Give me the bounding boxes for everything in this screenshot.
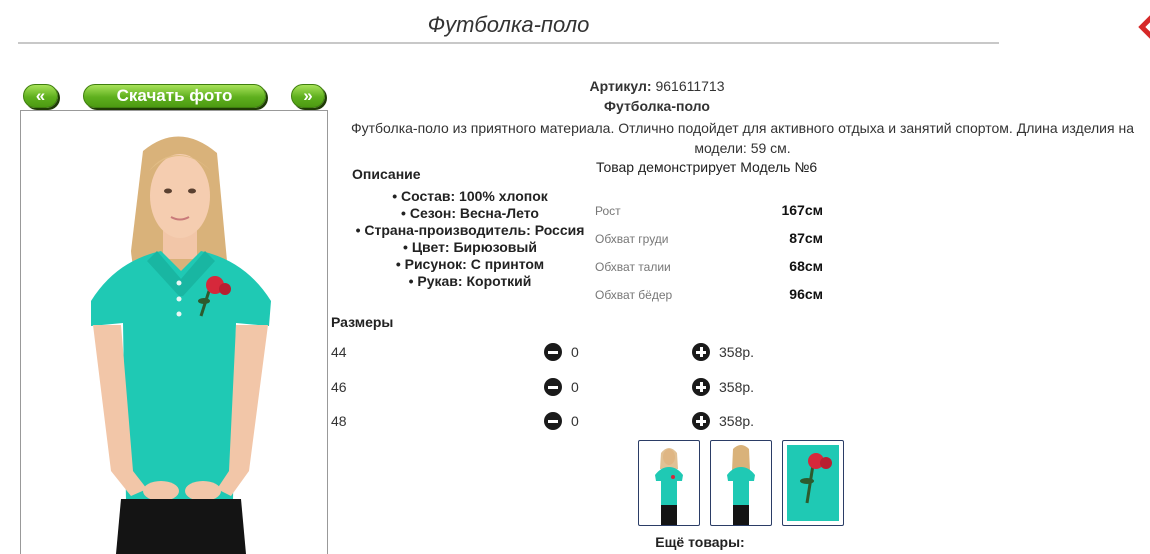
size-row: 46 0 358р. xyxy=(331,376,761,400)
qty-value: 0 xyxy=(571,413,579,429)
size-value: 46 xyxy=(331,379,347,395)
thumbnail-print-image xyxy=(787,445,839,521)
size-value: 48 xyxy=(331,413,347,429)
thumbnail-back[interactable] xyxy=(710,440,772,526)
model-photo-illustration xyxy=(21,111,327,554)
size-row: 48 0 358р. xyxy=(331,410,761,434)
increase-qty-icon[interactable] xyxy=(692,412,710,430)
metric-label: Обхват груди xyxy=(595,232,669,246)
more-products-label: Ещё товары: xyxy=(655,534,745,550)
attribute-item: Цвет: Бирюзовый xyxy=(345,239,595,256)
next-photo-button[interactable]: » xyxy=(291,84,325,108)
qty-value: 0 xyxy=(571,379,579,395)
sizes-heading: Размеры xyxy=(331,314,394,330)
model-metric-waist: Обхват талии 68см xyxy=(595,258,823,278)
decrease-qty-icon[interactable] xyxy=(544,412,562,430)
title-divider xyxy=(18,42,999,44)
decrease-qty-icon[interactable] xyxy=(544,343,562,361)
increase-qty-icon[interactable] xyxy=(692,343,710,361)
prev-photo-button[interactable]: « xyxy=(23,84,58,108)
increase-qty-icon[interactable] xyxy=(692,378,710,396)
size-price: 358р. xyxy=(719,413,755,429)
size-row: 44 0 358р. xyxy=(331,341,761,365)
article-number: 961611713 xyxy=(655,78,725,94)
model-metric-chest: Обхват груди 87см xyxy=(595,230,823,250)
metric-label: Обхват талии xyxy=(595,260,671,274)
article-line: Артикул: 961611713 xyxy=(517,78,797,94)
metric-value: 87см xyxy=(789,230,823,246)
metric-value: 96см xyxy=(789,286,823,302)
corner-logo-icon xyxy=(1138,14,1150,40)
main-product-photo[interactable] xyxy=(20,110,328,554)
attribute-item: Состав: 100% хлопок xyxy=(345,188,595,205)
thumbnail-front-image xyxy=(655,448,683,525)
product-name: Футболка-поло xyxy=(604,98,710,114)
download-photo-button[interactable]: Скачать фото xyxy=(83,84,266,108)
size-value: 44 xyxy=(331,344,347,360)
metric-value: 167см xyxy=(781,202,823,218)
qty-value: 0 xyxy=(571,344,579,360)
size-price: 358р. xyxy=(719,379,755,395)
page-title: Футболка-поло xyxy=(427,12,590,37)
model-caption: Товар демонстрирует Модель №6 xyxy=(596,159,818,175)
attribute-item: Страна-производитель: Россия xyxy=(345,222,595,239)
attribute-item: Рисунок: С принтом xyxy=(345,256,595,273)
description-heading: Описание xyxy=(352,166,421,182)
product-description: Футболка-поло из приятного материала. От… xyxy=(350,120,1134,156)
decrease-qty-icon[interactable] xyxy=(544,378,562,396)
metric-label: Рост xyxy=(595,204,621,218)
model-metric-height: Рост 167см xyxy=(595,202,823,222)
thumbnail-print[interactable] xyxy=(782,440,844,526)
model-metric-hips: Обхват бёдер 96см xyxy=(595,286,823,306)
thumbnail-front[interactable] xyxy=(638,440,700,526)
size-price: 358р. xyxy=(719,344,755,360)
metric-label: Обхват бёдер xyxy=(595,288,673,302)
attribute-list: Состав: 100% хлопок Сезон: Весна-Лето Ст… xyxy=(345,188,595,290)
attribute-item: Сезон: Весна-Лето xyxy=(345,205,595,222)
metric-value: 68см xyxy=(789,258,823,274)
attribute-item: Рукав: Короткий xyxy=(345,273,595,290)
article-label: Артикул: xyxy=(589,78,652,94)
thumbnail-back-image xyxy=(727,445,755,525)
